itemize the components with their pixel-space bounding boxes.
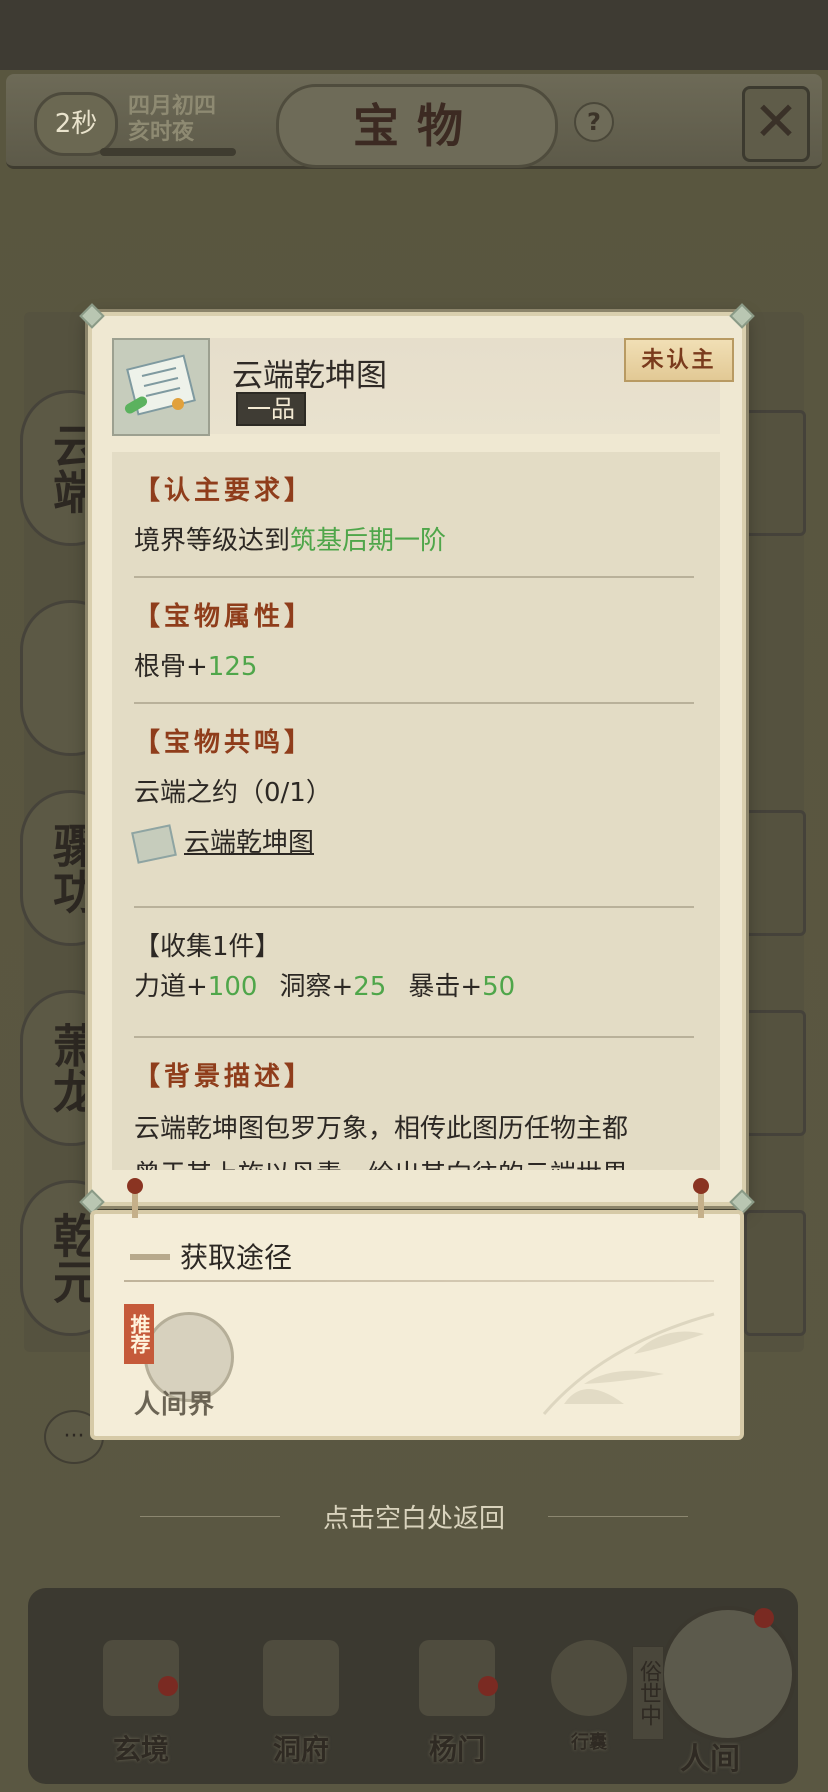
divider <box>134 906 694 908</box>
nav-item-xuanjing[interactable]: 玄境 <box>86 1640 196 1780</box>
pin-ornament <box>127 1178 143 1218</box>
chevron-right-icon[interactable] <box>744 810 806 936</box>
treasure-detail-dialog: 云端乾坤图 一品 未认主 【认主要求】 境界等级达到筑基后期一阶 【宝物属性】 … <box>79 303 755 1215</box>
collect-bonuses: 力道+100 洞察+25 暴击+50 <box>134 972 516 1002</box>
background-title: 【背景描述】 <box>134 1062 315 1092</box>
attribute-text: 根骨+125 <box>134 652 258 682</box>
route-renjian[interactable]: 推荐 人间界 <box>124 1304 244 1424</box>
pin-ornament <box>693 1178 709 1218</box>
time-label: 亥时夜 <box>128 120 195 145</box>
detail-scroll-area[interactable]: 【认主要求】 境界等级达到筑基后期一阶 【宝物属性】 根骨+125 【宝物共鸣】… <box>112 452 720 1170</box>
divider <box>134 1036 694 1038</box>
notification-dot <box>754 1608 774 1628</box>
grade-badge: 一品 <box>236 392 306 426</box>
status-badge: 未认主 <box>624 338 734 382</box>
background-text: 云端乾坤图包罗万象，相传此图历任物主都 <box>134 1114 629 1144</box>
item-name: 云端乾坤图 <box>232 358 387 394</box>
time-progress <box>100 148 236 156</box>
location-tag: 俗世中 <box>632 1646 664 1740</box>
nav-item-dongfu[interactable]: 洞府 <box>246 1640 356 1780</box>
close-icon[interactable]: ✕ <box>742 86 810 162</box>
nav-label: 杨门 <box>428 1733 485 1766</box>
nav-item-yangmen[interactable]: 杨门 <box>402 1640 512 1780</box>
bag-icon <box>551 1640 627 1716</box>
chevron-right-icon[interactable] <box>744 1010 806 1136</box>
cloud-icon <box>130 1226 170 1260</box>
notification-dot <box>478 1676 498 1696</box>
scroll-icon <box>131 823 177 864</box>
nav-label: 洞府 <box>272 1733 329 1766</box>
nav-label: 行囊 <box>571 1732 607 1753</box>
pagoda-icon <box>263 1640 339 1716</box>
nav-item-renjian[interactable]: 人间 <box>680 1734 740 1778</box>
requirement-title: 【认主要求】 <box>134 476 315 506</box>
nav-label: 玄境 <box>112 1733 169 1766</box>
requirement-value: 筑基后期一阶 <box>290 526 447 556</box>
hint-divider-right <box>548 1516 688 1517</box>
acquisition-title: 获取途径 <box>180 1241 293 1274</box>
mountain-icon[interactable] <box>660 1606 796 1742</box>
chevron-right-icon[interactable] <box>744 410 806 536</box>
bamboo-decoration <box>542 1312 715 1415</box>
item-header: 云端乾坤图 一品 未认主 <box>112 338 734 436</box>
timer-badge: 2秒 <box>34 92 118 156</box>
route-label: 人间界 <box>134 1390 216 1420</box>
resonance-title: 【宝物共鸣】 <box>134 728 315 758</box>
resonance-name: 云端之约（0/1） <box>134 778 332 808</box>
question-icon[interactable]: ? <box>574 102 614 142</box>
requirement-text: 境界等级达到筑基后期一阶 <box>134 526 447 556</box>
scroll-icon <box>112 338 210 436</box>
acquisition-panel: 获取途径 推荐 人间界 <box>90 1178 744 1440</box>
page-title: 宝物 <box>276 84 558 168</box>
divider <box>134 702 694 704</box>
divider <box>124 1280 714 1282</box>
resonance-item-link[interactable]: 云端乾坤图 <box>131 822 314 864</box>
attribute-value: 125 <box>207 652 258 682</box>
attribute-title: 【宝物属性】 <box>134 602 315 632</box>
tap-to-return-hint[interactable]: 点击空白处返回 <box>0 1498 828 1535</box>
recommend-tag: 推荐 <box>124 1304 154 1364</box>
chevron-right-icon[interactable] <box>744 1210 806 1336</box>
notification-dot <box>158 1676 178 1696</box>
nav-item-xingnang[interactable]: 行囊 <box>534 1640 644 1780</box>
collect-title: 【收集1件】 <box>134 932 281 962</box>
background-text: 曾于其上施以丹青，绘出其向往的云端世界 <box>134 1154 628 1170</box>
divider <box>134 576 694 578</box>
